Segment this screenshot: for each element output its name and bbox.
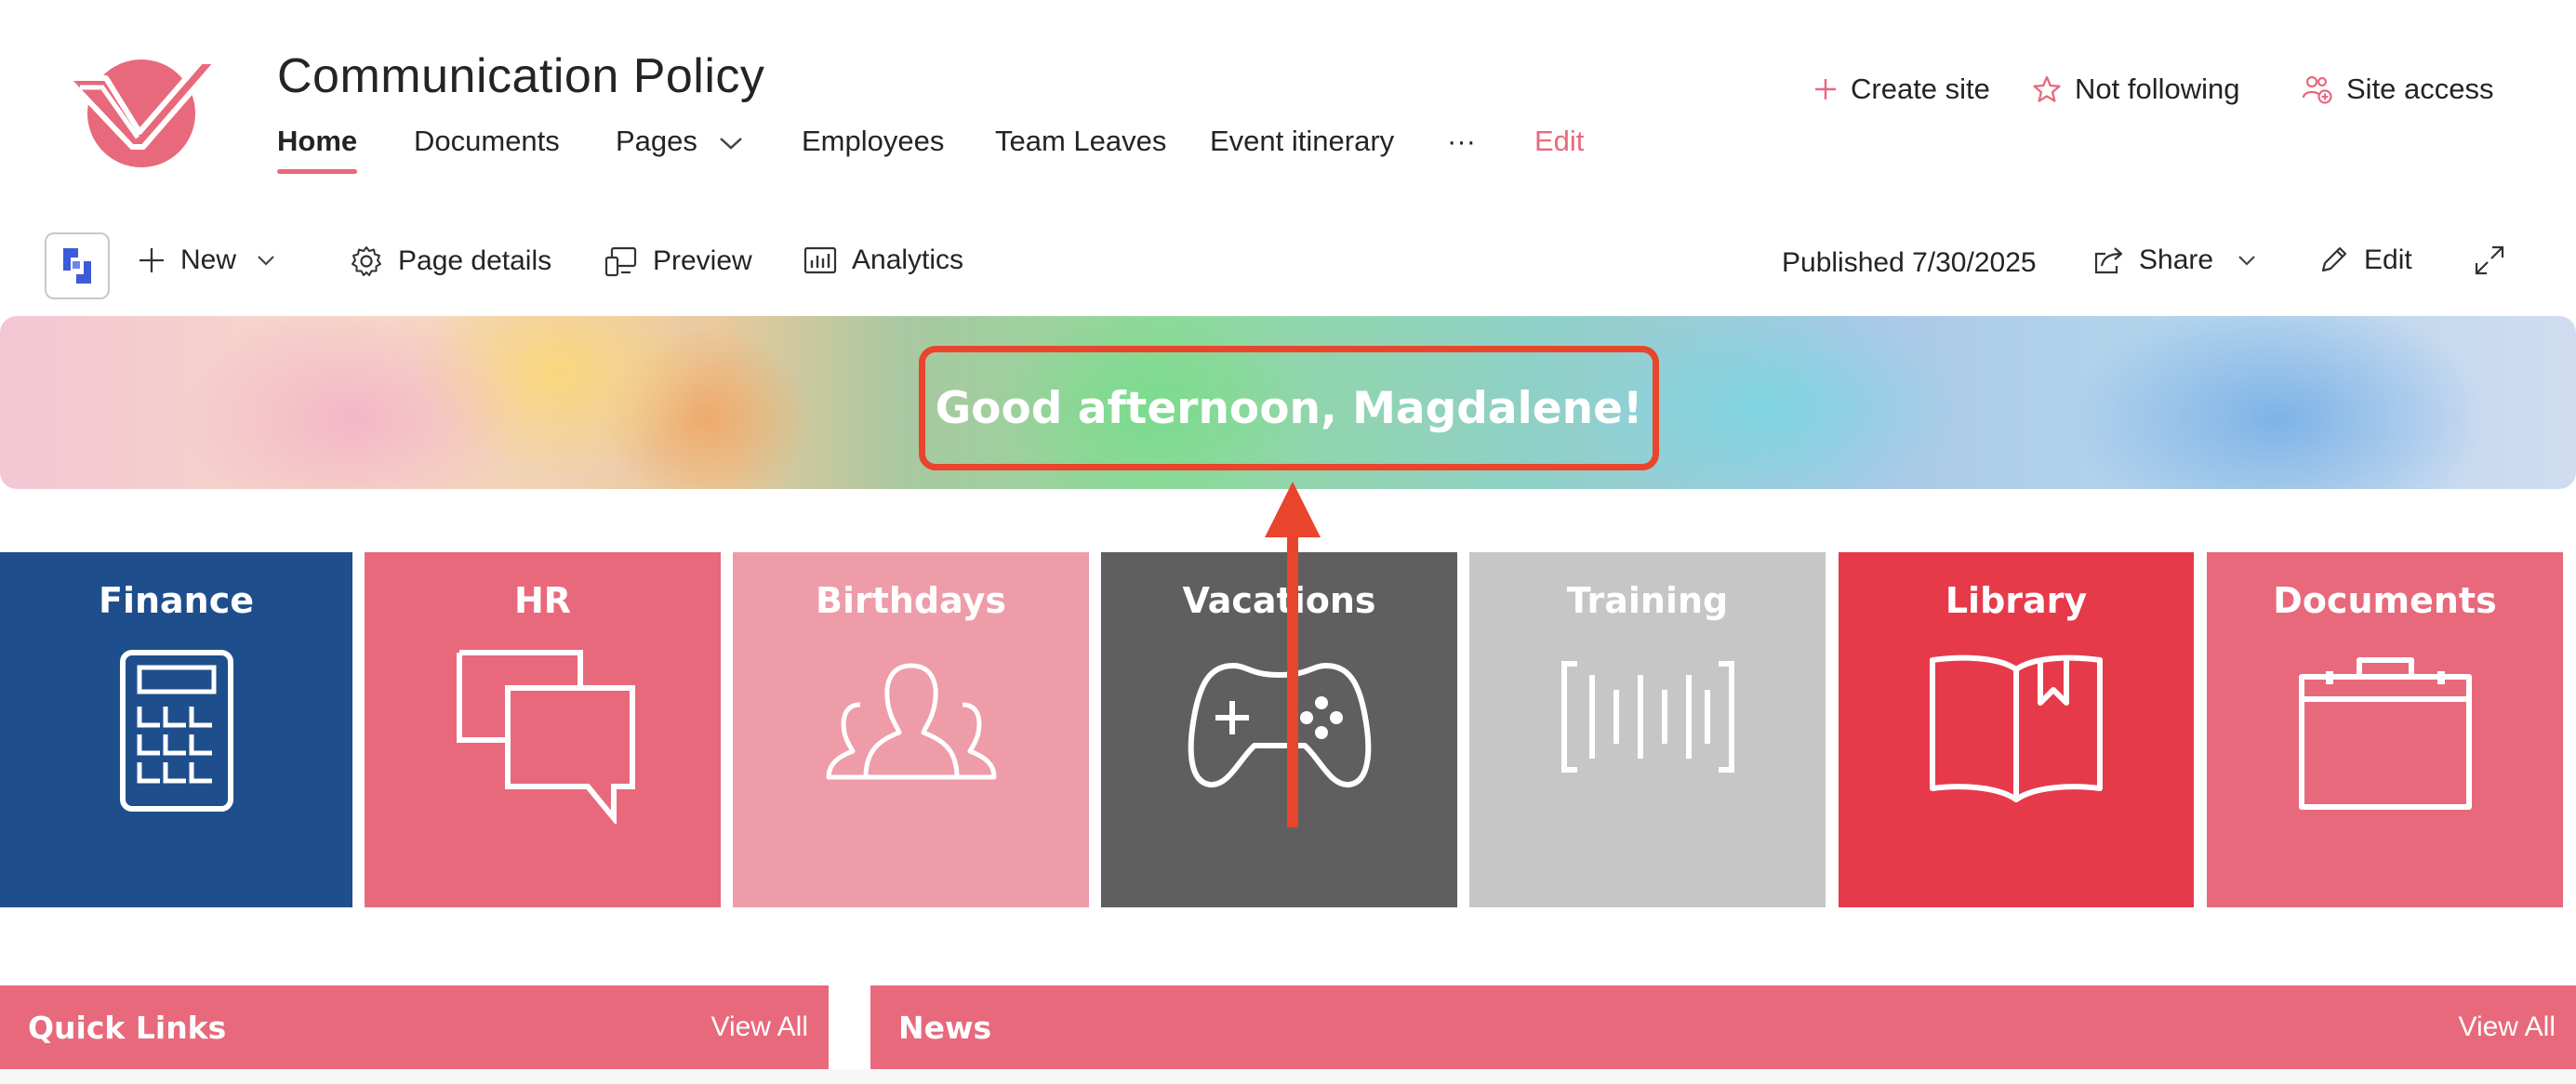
greeting-highlight-box: Good afternoon, Magdalene! (919, 346, 1659, 470)
new-button[interactable]: New (138, 245, 275, 276)
nav-employees-label: Employees (802, 125, 945, 157)
tile-library-label: Library (1945, 580, 2088, 621)
tile-birthdays-label: Birthdays (815, 580, 1006, 621)
tile-documents[interactable]: Documents (2207, 552, 2563, 907)
barcode-scan-icon (1560, 661, 1734, 773)
annotation-arrow (1265, 482, 1321, 827)
nav-event-itinerary[interactable]: Event itinerary (1210, 125, 1394, 158)
quick-links-header: Quick Links View All (0, 985, 829, 1069)
site-access-button[interactable]: Site access (2302, 73, 2494, 106)
edit-label: Edit (2364, 245, 2412, 275)
tile-training[interactable]: Training (1469, 552, 1826, 907)
calculator-icon (119, 650, 233, 812)
expand-icon (2475, 245, 2504, 275)
nav-home[interactable]: Home (277, 125, 358, 174)
nav-team-leaves[interactable]: Team Leaves (995, 125, 1166, 158)
chevron-down-icon (2238, 256, 2255, 266)
nav-event-itinerary-label: Event itinerary (1210, 125, 1395, 157)
nav-pages[interactable]: Pages (616, 125, 743, 158)
follow-label: Not following (2075, 73, 2240, 105)
nav-more-button[interactable]: ··· (1447, 125, 1476, 158)
page-details-button[interactable]: Page details (350, 245, 551, 278)
tile-finance-label: Finance (98, 580, 255, 621)
analytics-button[interactable]: Analytics (803, 245, 963, 276)
nav-employees[interactable]: Employees (802, 125, 944, 158)
site-access-label: Site access (2346, 73, 2494, 105)
news-view-all[interactable]: View All (2458, 1011, 2556, 1043)
tile-training-label: Training (1566, 580, 1729, 621)
quick-links-view-all[interactable]: View All (710, 1011, 808, 1043)
page-details-label: Page details (398, 245, 552, 276)
share-button[interactable]: Share (2092, 245, 2256, 276)
briefcase-icon (2298, 657, 2472, 810)
analytics-label: Analytics (852, 245, 964, 275)
greeting-text: Good afternoon, Magdalene! (935, 382, 1643, 434)
published-status: Published 7/30/2025 (1782, 247, 2037, 278)
site-title: Communication Policy (277, 49, 765, 103)
nav-edit-link[interactable]: Edit (1534, 125, 1584, 158)
chat-bubbles-icon (456, 650, 635, 824)
edit-page-button[interactable]: Edit (2317, 245, 2412, 276)
quick-links-title: Quick Links (28, 1009, 227, 1046)
page-content-edge (0, 1069, 2576, 1084)
tile-hr[interactable]: HR (365, 552, 721, 907)
more-icon: ··· (1447, 125, 1476, 157)
plus-icon (139, 248, 164, 272)
chevron-down-icon (258, 256, 274, 266)
news-header: News View All (870, 985, 2576, 1069)
tile-birthdays[interactable]: Birthdays (733, 552, 1089, 907)
preview-button[interactable]: Preview (604, 245, 752, 278)
book-icon (1930, 654, 2103, 802)
nav-team-leaves-label: Team Leaves (995, 125, 1167, 157)
follow-button[interactable]: Not following (2032, 73, 2239, 106)
share-label: Share (2139, 245, 2214, 275)
nav-edit-label: Edit (1534, 125, 1585, 157)
nav-documents[interactable]: Documents (414, 125, 560, 158)
site-logo (65, 59, 220, 167)
share-icon (2094, 247, 2123, 274)
news-title: News (898, 1009, 992, 1046)
header-actions: Create site Not following Site access (1813, 73, 2502, 113)
nav-documents-label: Documents (414, 125, 560, 157)
create-site-button[interactable]: Create site (1813, 73, 1990, 106)
tile-finance[interactable]: Finance (0, 552, 352, 907)
preview-label: Preview (653, 245, 752, 276)
active-nav-indicator (277, 169, 357, 174)
tile-hr-label: HR (513, 580, 572, 621)
star-icon (2033, 75, 2061, 102)
pencil-icon (2321, 246, 2347, 272)
people-group-icon (826, 663, 996, 780)
analytics-chart-icon (803, 246, 837, 274)
chevron-down-icon (719, 137, 742, 150)
new-label: New (180, 245, 237, 275)
plus-icon (1815, 79, 1836, 99)
tile-documents-label: Documents (2273, 580, 2497, 621)
preview-devices-icon (604, 246, 637, 277)
app-logo-icon (63, 248, 91, 284)
nav-pages-label: Pages (616, 125, 697, 157)
nav-home-label: Home (277, 125, 358, 157)
app-launcher-button[interactable] (45, 232, 110, 299)
create-site-label: Create site (1851, 73, 1990, 105)
gear-icon (352, 246, 381, 276)
people-lock-icon (2302, 75, 2332, 104)
expand-button[interactable] (2474, 245, 2505, 276)
tile-library[interactable]: Library (1839, 552, 2194, 907)
